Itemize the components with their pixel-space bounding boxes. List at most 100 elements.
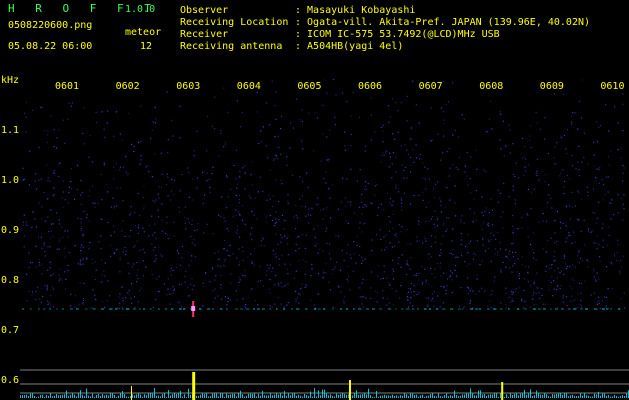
noise-speck [466,151,468,154]
noise-speck [101,218,103,220]
noise-speck [220,130,222,132]
x-tick-label: 0604 [237,81,261,92]
y-tick-label: 0.9 [1,225,19,236]
meteor-echo-core [191,306,196,311]
noise-speck [395,156,397,158]
noise-speck [361,282,363,284]
carrier-segment [436,308,439,310]
noise-speck [155,122,157,124]
noise-speck [323,177,325,180]
noise-speck [554,232,556,234]
noise-speck [524,166,526,168]
activity-bar [582,395,583,398]
noise-speck [281,214,283,216]
noise-speck [326,136,328,138]
noise-speck [284,235,286,237]
noise-speck [424,238,426,240]
activity-bar [320,395,321,398]
noise-speck [143,185,145,188]
noise-speck [401,226,403,228]
noise-speck [298,293,300,295]
noise-speck [534,188,536,190]
noise-speck [329,217,332,219]
noise-speck [304,247,306,249]
activity-bar [288,393,289,398]
noise-speck [134,225,137,227]
noise-speck [362,278,364,281]
noise-speck [469,290,471,292]
noise-speck [394,138,396,140]
noise-speck [565,263,567,265]
noise-speck [224,259,226,261]
y-tick-label: 1.1 [1,125,19,136]
noise-speck [358,116,361,118]
activity-bar [396,395,397,398]
noise-speck [433,291,436,293]
noise-speck [455,167,457,169]
activity-bar [504,396,505,398]
noise-speck [341,177,344,179]
noise-speck [560,270,562,272]
noise-speck [274,303,276,305]
noise-speck [482,237,484,239]
activity-bar [398,396,399,398]
activity-bar [586,395,587,398]
noise-speck [383,249,386,251]
noise-speck [296,217,299,219]
noise-speck [613,214,615,216]
noise-speck [433,223,435,225]
noise-speck [431,286,433,288]
noise-speck [580,257,582,260]
noise-speck [184,281,186,283]
noise-speck [476,274,478,276]
noise-speck [446,228,448,230]
carrier-segment [594,308,598,310]
activity-bar [206,393,207,398]
noise-speck [286,268,288,270]
noise-speck [430,300,433,302]
noise-speck [617,122,619,124]
carrier-segment [49,308,52,310]
carrier-segment [296,308,300,310]
noise-speck [469,177,471,180]
noise-speck [104,262,106,264]
noise-speck [587,195,589,197]
noise-speck [53,187,55,189]
activity-bar [348,394,349,398]
noise-speck [142,227,144,229]
activity-bar [332,395,333,398]
noise-speck [389,152,391,154]
activity-bar [162,394,163,398]
activity-bar [562,394,563,398]
activity-bar [500,393,501,398]
noise-speck [260,141,262,143]
y-tick-label: 0.8 [1,275,19,286]
noise-speck [562,222,564,224]
noise-speck [136,240,138,242]
noise-speck [286,164,288,166]
noise-speck [322,270,324,272]
activity-bar [126,396,127,398]
noise-speck [89,190,91,192]
noise-speck [359,296,361,298]
noise-speck [613,106,616,108]
noise-speck [347,244,349,246]
noise-speck [599,260,601,262]
noise-speck [158,216,160,218]
noise-speck [298,236,300,238]
noise-speck [281,254,283,256]
noise-speck [380,126,382,128]
noise-speck [527,228,529,230]
noise-speck [337,208,339,210]
noise-speck [89,307,91,309]
noise-speck [58,240,60,242]
noise-speck [277,243,279,246]
noise-speck [203,194,206,196]
noise-speck [592,270,595,272]
noise-speck [242,167,244,169]
noise-speck [61,279,63,281]
noise-speck [469,302,471,305]
noise-speck [140,105,142,107]
noise-speck [143,205,145,207]
noise-speck [98,241,100,243]
